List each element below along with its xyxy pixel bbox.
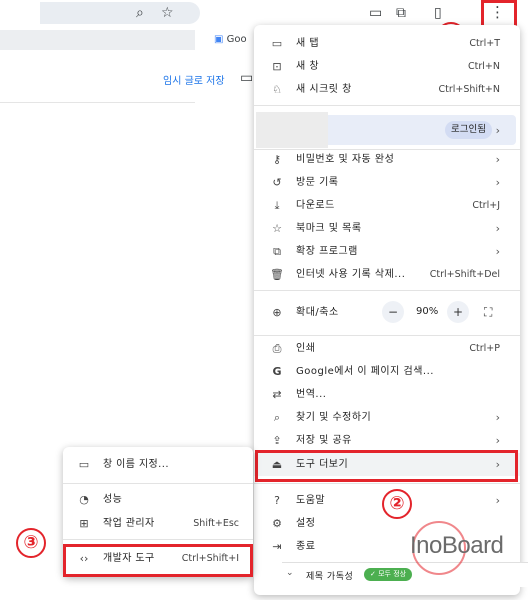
menu-divider: [254, 105, 520, 106]
zoom-out-button[interactable]: −: [382, 301, 404, 323]
new-window-icon: ⊡: [272, 60, 282, 73]
puzzle-icon: ⧉: [273, 245, 281, 258]
menu-divider: [254, 335, 520, 336]
address-bar[interactable]: [40, 2, 200, 24]
download-icon: ⤓: [274, 199, 280, 212]
bookmark-google[interactable]: ▣ Goo: [214, 34, 247, 45]
translate-icon: ⇄: [272, 388, 282, 401]
status-badge: ✓ 모두 정상: [364, 568, 413, 581]
window-icon[interactable]: ▯: [434, 5, 442, 21]
menu-divider: [254, 290, 520, 291]
trash-icon: 🗑: [270, 268, 284, 281]
zoom-icon[interactable]: ⌕: [136, 5, 144, 21]
title-readability-label: 제목 가독성: [306, 572, 354, 582]
submenu-item-task-manager[interactable]: ⊞ 작업 관리자 Shift+Esc: [63, 512, 253, 536]
editor-status-bar: ⌄ 제목 가독성 ✓ 모두 정상: [282, 562, 528, 587]
fullscreen-icon[interactable]: ⛶: [484, 305, 492, 320]
new-tab-icon: ▭: [271, 37, 283, 50]
chevron-right-icon: ›: [495, 124, 500, 137]
page-divider: [0, 102, 195, 103]
submenu-item-name-window[interactable]: ▭ 창 이름 지정...: [63, 453, 253, 477]
menu-item-history[interactable]: ↺ 방문 기록 ›: [254, 171, 520, 194]
bookmark-star-icon[interactable]: ☆: [161, 5, 174, 21]
signed-in-badge: 로그인됨: [445, 121, 492, 139]
chevron-right-icon: ›: [495, 176, 500, 189]
exit-icon: ⇥: [272, 540, 282, 553]
step-badge-2: ②: [382, 489, 412, 519]
history-icon: ↺: [272, 176, 282, 189]
chevron-right-icon: ›: [495, 222, 500, 235]
submenu-divider: [63, 539, 253, 540]
speedometer-icon: ◔: [79, 493, 89, 506]
tab-icon[interactable]: ▭: [369, 5, 382, 21]
menu-item-find-edit[interactable]: ⌕ 찾기 및 수정하기 ›: [254, 406, 520, 429]
menu-item-extensions[interactable]: ⧉ 확장 프로그램 ›: [254, 240, 520, 263]
chevron-right-icon: ›: [495, 434, 500, 447]
menu-item-translate[interactable]: ⇄ 번역...: [254, 383, 520, 406]
menu-item-incognito[interactable]: ♘ 새 시크릿 창 Ctrl+Shift+N: [254, 78, 520, 101]
caret-down-icon[interactable]: ⌄: [286, 568, 294, 578]
help-icon: ?: [274, 494, 280, 507]
extensions-icon[interactable]: ⧉: [396, 5, 406, 21]
menu-divider: [254, 483, 520, 484]
menu-item-clear-data[interactable]: 🗑 인터넷 사용 기록 삭제... Ctrl+Shift+Del: [254, 263, 520, 286]
watermark-logo: InoBoard: [410, 532, 504, 559]
star-icon: ☆: [272, 222, 282, 235]
key-icon: ⚷: [272, 153, 282, 166]
menu-item-new-window[interactable]: ⊡ 새 창 Ctrl+N: [254, 55, 520, 78]
chevron-right-icon: ›: [495, 245, 500, 258]
share-doc-icon: ⇪: [272, 434, 282, 447]
monitor-icon[interactable]: ▭: [240, 70, 253, 86]
profile-avatar-blurred: [256, 112, 328, 148]
menu-item-search-page[interactable]: G Google에서 이 페이지 검색...: [254, 360, 520, 383]
zoom-in-button[interactable]: +: [447, 301, 469, 323]
zoom-level: 90%: [416, 306, 439, 317]
window-icon: ▭: [78, 458, 90, 471]
page-header-bg: [0, 30, 195, 50]
menu-item-new-tab[interactable]: ▭ 새 탭 Ctrl+T: [254, 32, 520, 55]
chevron-right-icon: ›: [495, 153, 500, 166]
gear-icon: ⚙: [272, 517, 282, 530]
step-badge-3: ③: [16, 528, 46, 558]
incognito-icon: ♘: [272, 83, 282, 96]
chevron-right-icon: ›: [495, 494, 500, 507]
chevron-right-icon: ›: [495, 411, 500, 424]
google-g-icon: G: [272, 365, 282, 378]
menu-item-print[interactable]: ⎙ 인쇄 Ctrl+P: [254, 337, 520, 360]
save-draft-link[interactable]: 임시 글로 저장: [163, 72, 225, 87]
submenu-item-performance[interactable]: ◔ 성능: [63, 488, 253, 512]
zoom-icon: ⊕: [272, 306, 282, 319]
bookmark-label: Goo: [226, 34, 247, 45]
menu-item-bookmarks[interactable]: ☆ 북마크 및 목록 ›: [254, 217, 520, 240]
menu-item-save-share[interactable]: ⇪ 저장 및 공유 ›: [254, 429, 520, 452]
printer-icon: ⎙: [272, 342, 282, 355]
google-docs-icon: ▣: [214, 34, 224, 45]
find-doc-icon: ⌕: [273, 411, 281, 424]
highlight-more-tools: [255, 450, 518, 482]
menu-item-downloads[interactable]: ⤓ 다운로드 Ctrl+J: [254, 194, 520, 217]
submenu-divider: [63, 483, 253, 484]
menu-item-passwords[interactable]: ⚷ 비밀번호 및 자동 완성 ›: [254, 148, 520, 171]
highlight-devtools: [63, 544, 253, 577]
task-manager-icon: ⊞: [79, 517, 89, 530]
